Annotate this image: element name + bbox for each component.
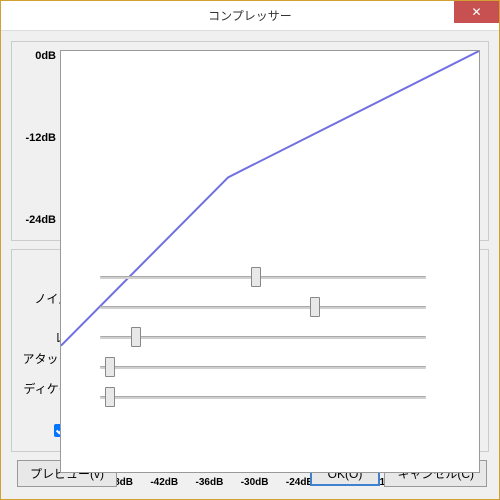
- attack-thumb[interactable]: [105, 357, 115, 377]
- y-tick: -24dB: [20, 214, 56, 226]
- close-icon: ✕: [471, 5, 481, 19]
- chart-panel: 0dB -12dB -24dB -36dB -48dB -60dB -60dB …: [11, 41, 489, 241]
- y-tick: 0dB: [20, 50, 56, 62]
- window-title: コンプレッサー: [208, 7, 292, 24]
- chart-body: 0dB -12dB -24dB -36dB -48dB -60dB: [20, 50, 480, 473]
- ratio-thumb[interactable]: [131, 327, 141, 347]
- decay-thumb[interactable]: [105, 387, 115, 407]
- noisefloor-slider[interactable]: [100, 295, 426, 319]
- decay-slider[interactable]: [100, 385, 426, 409]
- content: 0dB -12dB -24dB -36dB -48dB -60dB -60dB …: [1, 31, 499, 499]
- plot-area: [60, 50, 480, 473]
- attack-slider[interactable]: [100, 355, 426, 379]
- titlebar: コンプレッサー ✕: [1, 1, 499, 31]
- ratio-slider[interactable]: [100, 325, 426, 349]
- compressor-dialog: コンプレッサー ✕ 0dB -12dB -24dB -36dB -48dB -6…: [0, 0, 500, 500]
- y-tick: -12dB: [20, 132, 56, 144]
- threshold-slider[interactable]: [100, 265, 426, 289]
- threshold-thumb[interactable]: [251, 267, 261, 287]
- close-button[interactable]: ✕: [454, 1, 499, 23]
- noisefloor-thumb[interactable]: [310, 297, 320, 317]
